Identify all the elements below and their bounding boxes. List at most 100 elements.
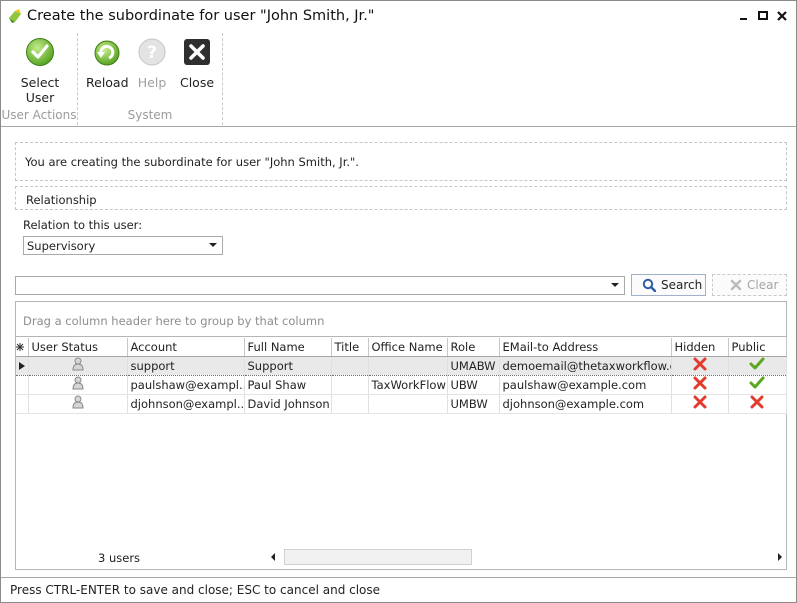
- public-cell: [728, 355, 787, 376]
- account-cell: djohnson@exampl...: [127, 394, 245, 414]
- user-status-icon: [71, 357, 84, 371]
- chevron-down-icon[interactable]: [611, 283, 619, 287]
- relation-select[interactable]: Supervisory: [23, 236, 223, 255]
- app-logo-icon: [9, 9, 21, 23]
- window-title: Create the subordinate for user "John Sm…: [27, 8, 375, 24]
- red-x-icon: [750, 395, 764, 409]
- group-by-hint: Drag a column header here to group by th…: [23, 314, 325, 328]
- hidden-cell: [671, 355, 729, 376]
- check-circle-icon: [26, 38, 54, 66]
- help-button[interactable]: ? Help: [132, 37, 172, 90]
- maximize-icon[interactable]: [756, 9, 770, 23]
- ribbon-group-title-user-actions: User Actions: [1, 108, 77, 122]
- user-status-cell: [28, 375, 128, 395]
- window-close-icon[interactable]: [775, 9, 789, 23]
- relation-field-label: Relation to this user:: [23, 218, 143, 232]
- scrollbar-thumb[interactable]: [284, 549, 472, 565]
- email-cell: paulshaw@example.com: [499, 375, 672, 395]
- public-cell: [728, 394, 787, 414]
- close-x-icon: [184, 39, 210, 65]
- green-check-icon: [749, 376, 765, 389]
- row-indicator[interactable]: [16, 375, 29, 395]
- column-header-full-name[interactable]: Full Name: [244, 338, 332, 357]
- row-indicator[interactable]: [16, 394, 29, 414]
- relation-select-value: Supervisory: [27, 239, 96, 253]
- red-x-icon: [693, 395, 706, 409]
- relationship-header: Relationship: [26, 193, 97, 207]
- role-cell: UBW: [447, 375, 500, 395]
- grid-footer: 3 users: [16, 546, 786, 569]
- office-cell: [368, 394, 448, 414]
- title-cell: [331, 394, 369, 414]
- info-panel: You are creating the subordinate for use…: [15, 142, 787, 181]
- office-cell: TaxWorkFlow: [368, 375, 448, 395]
- close-button[interactable]: Close: [176, 37, 218, 90]
- clear-button[interactable]: Clear: [712, 274, 787, 296]
- column-header-office-name[interactable]: Office Name: [368, 338, 448, 357]
- search-button-label: Search: [661, 278, 703, 292]
- asterisk-icon: [16, 342, 24, 351]
- user-status-cell: [28, 355, 128, 376]
- green-check-icon: [749, 357, 765, 370]
- search-input[interactable]: [15, 276, 625, 295]
- table-row[interactable]: paulshaw@exampl... Paul Shaw TaxWorkFlow…: [16, 375, 787, 395]
- users-table: User Status Account Full Name Title Offi…: [16, 338, 787, 414]
- red-x-icon: [693, 376, 706, 390]
- search-icon: [642, 278, 656, 292]
- row-selector-header[interactable]: [16, 338, 29, 357]
- ribbon-group-user-actions: Select User User Actions: [1, 33, 78, 125]
- reload-icon: [94, 40, 120, 66]
- relationship-section-header: Relationship: [15, 186, 787, 210]
- account-cell: paulshaw@exampl...: [127, 375, 245, 395]
- column-header-title[interactable]: Title: [331, 338, 369, 357]
- column-header-email[interactable]: EMail-to Address: [499, 338, 672, 357]
- user-status-icon: [71, 376, 84, 390]
- horizontal-scrollbar[interactable]: [269, 548, 784, 566]
- column-header-public[interactable]: Public: [728, 338, 787, 357]
- scroll-left-icon[interactable]: [271, 553, 275, 561]
- current-row-arrow-icon: [18, 361, 25, 370]
- red-x-icon: [693, 357, 706, 371]
- column-header-role[interactable]: Role: [447, 338, 500, 357]
- chevron-down-icon[interactable]: [209, 243, 217, 247]
- hidden-cell: [671, 375, 729, 395]
- title-cell: [331, 355, 369, 376]
- status-bar: Press CTRL-ENTER to save and close; ESC …: [1, 577, 796, 602]
- select-user-button[interactable]: Select User: [11, 37, 69, 105]
- email-cell: demoemail@thetaxworkflow.com: [499, 355, 672, 376]
- account-cell: support: [127, 355, 245, 376]
- row-indicator[interactable]: [16, 355, 29, 376]
- select-user-label-line2: User: [25, 90, 55, 105]
- user-count: 3 users: [98, 551, 141, 565]
- title-bar[interactable]: Create the subordinate for user "John Sm…: [1, 1, 796, 33]
- minimize-icon[interactable]: [737, 9, 751, 23]
- ribbon-group-system: Reload ? Help Close System: [78, 33, 223, 125]
- full-name-cell: Support: [244, 355, 332, 376]
- column-header-account[interactable]: Account: [127, 338, 245, 357]
- role-cell: UMABW: [447, 355, 500, 376]
- help-label: Help: [137, 75, 167, 90]
- help-icon: ?: [138, 38, 166, 66]
- public-cell: [728, 375, 787, 395]
- office-cell: [368, 355, 448, 376]
- column-header-hidden[interactable]: Hidden: [671, 338, 729, 357]
- clear-button-label: Clear: [747, 278, 779, 292]
- reload-label: Reload: [86, 75, 129, 90]
- group-by-panel[interactable]: Drag a column header here to group by th…: [16, 302, 786, 337]
- table-row[interactable]: djohnson@exampl... David Johnson UMBW dj…: [16, 394, 787, 414]
- ribbon-group-title-system: System: [127, 108, 173, 122]
- svg-text:?: ?: [147, 43, 157, 63]
- role-cell: UMBW: [447, 394, 500, 414]
- users-grid[interactable]: Drag a column header here to group by th…: [15, 301, 787, 570]
- dialog-window: Create the subordinate for user "John Sm…: [0, 0, 797, 603]
- table-row[interactable]: support Support UMABW demoemail@thetaxwo…: [16, 355, 787, 376]
- hidden-cell: [671, 394, 729, 414]
- column-header-user-status[interactable]: User Status: [28, 338, 128, 357]
- title-cell: [331, 375, 369, 395]
- reload-button[interactable]: Reload: [86, 37, 129, 90]
- table-header-row: User Status Account Full Name Title Offi…: [16, 338, 787, 357]
- search-button[interactable]: Search: [631, 274, 706, 296]
- scroll-right-icon[interactable]: [778, 553, 782, 561]
- full-name-cell: David Johnson: [244, 394, 332, 414]
- status-text: Press CTRL-ENTER to save and close; ESC …: [10, 583, 381, 597]
